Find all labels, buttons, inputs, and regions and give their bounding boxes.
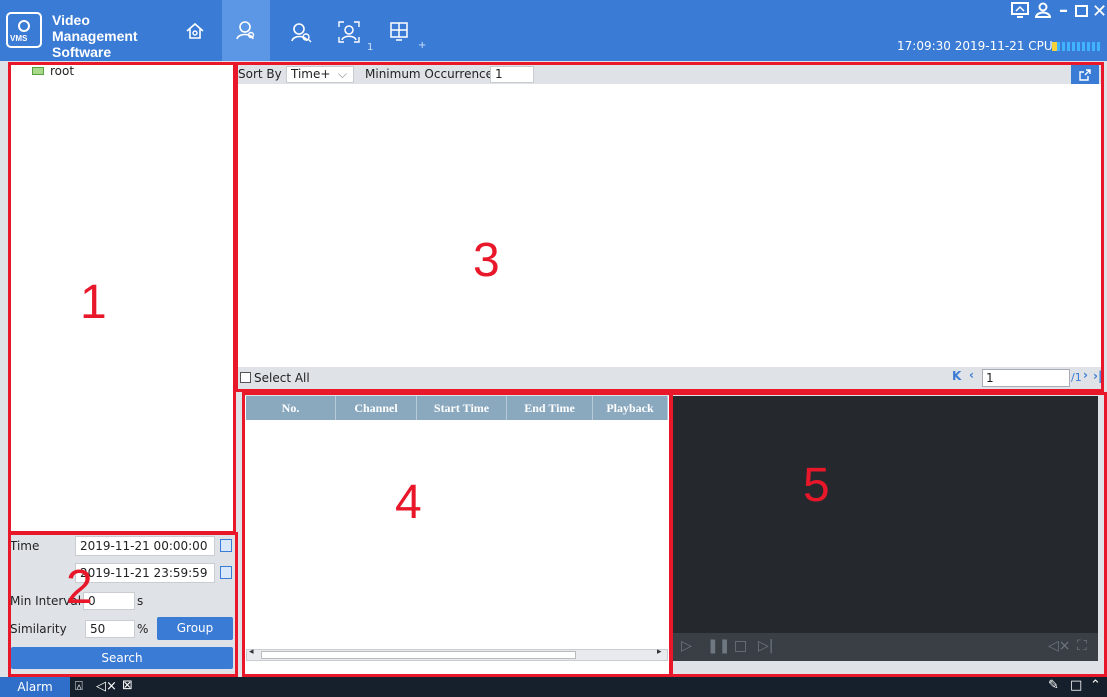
annotation-label-1: 1 bbox=[80, 276, 107, 329]
datetime-text: 17:09:30 2019-11-21 bbox=[897, 39, 1025, 53]
clear-alarm-icon[interactable]: ⊠ bbox=[122, 678, 133, 693]
annotation-box-5 bbox=[670, 392, 1107, 677]
cpu-label: CPU bbox=[1028, 39, 1053, 53]
cpu-meter bbox=[1052, 42, 1102, 51]
tab-capture-count: 1 bbox=[367, 42, 374, 53]
annotation-box-1 bbox=[8, 62, 236, 534]
status-bar: Alarm ⍓ ◁× ⊠ ✎ □ ⌃ bbox=[0, 677, 1107, 697]
disc-icon bbox=[18, 20, 30, 32]
annotation-label-2: 2 bbox=[66, 561, 93, 614]
restore-icon[interactable]: □ bbox=[1070, 678, 1082, 693]
title-bar: VMS Video Management Software 1 + – ✕ 17… bbox=[0, 0, 1107, 61]
user-icon[interactable] bbox=[1034, 2, 1052, 23]
annotation-label-3: 3 bbox=[473, 234, 500, 287]
close-icon[interactable]: ✕ bbox=[1092, 1, 1107, 22]
maximize-icon[interactable] bbox=[1075, 2, 1088, 23]
annotation-box-3 bbox=[235, 62, 1104, 392]
add-tab-plus[interactable]: + bbox=[418, 40, 426, 51]
status-clock: 17:09:30 2019-11-21 CPU bbox=[897, 39, 1053, 53]
app-title: Video Management Software bbox=[52, 12, 172, 60]
app-title-line2: Software bbox=[52, 44, 112, 60]
alarm-tab[interactable]: Alarm bbox=[0, 677, 70, 697]
app-logo: VMS bbox=[6, 12, 42, 48]
tab-face-search[interactable] bbox=[222, 0, 270, 61]
face-search-icon bbox=[236, 21, 255, 40]
app-title-line1: Video Management bbox=[52, 12, 138, 44]
screen-icon[interactable] bbox=[1011, 2, 1029, 23]
mute-alarm-icon[interactable]: ◁× bbox=[96, 679, 117, 694]
logo-text: VMS bbox=[10, 34, 28, 43]
annotation-label-5: 5 bbox=[803, 459, 830, 512]
pin-icon[interactable]: ✎ bbox=[1048, 678, 1059, 693]
annotation-box-2 bbox=[8, 532, 238, 677]
alarm-bell-icon[interactable]: ⍓ bbox=[75, 679, 83, 694]
layout-grid-icon[interactable] bbox=[380, 13, 418, 49]
annotation-label-4: 4 bbox=[395, 476, 422, 529]
face-capture-icon[interactable] bbox=[330, 13, 368, 49]
collapse-up-icon[interactable]: ⌃ bbox=[1090, 678, 1101, 693]
annotation-box-4 bbox=[242, 392, 672, 677]
minimize-icon[interactable]: – bbox=[1059, 0, 1068, 21]
home-icon[interactable] bbox=[176, 13, 214, 49]
face-compare-icon[interactable] bbox=[282, 13, 320, 49]
